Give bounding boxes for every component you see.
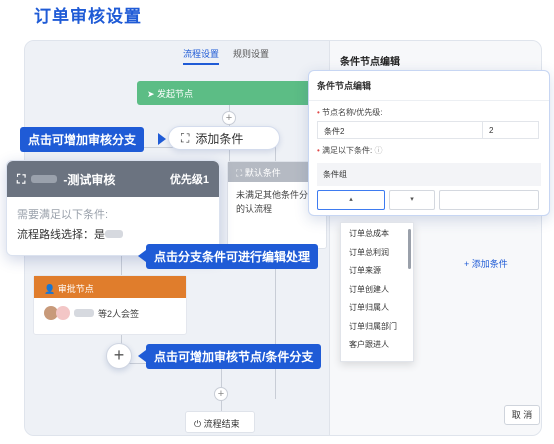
- callout-add-branch: 点击可增加审核分支: [20, 127, 145, 152]
- add-condition-link[interactable]: + 添加条件: [464, 257, 508, 270]
- start-node[interactable]: ➤ 发起节点: [137, 81, 323, 105]
- default-condition-title: 默认条件: [244, 168, 281, 178]
- callout-edit-branch: 点击分支条件可进行编辑处理: [146, 244, 319, 269]
- callout-add-node: 点击可增加审核节点/条件分支: [146, 344, 322, 369]
- condition-route-text: 流程路线选择：是: [17, 229, 105, 241]
- approve-node[interactable]: 👤 审批节点 等2人会签: [33, 275, 187, 335]
- node-name-input[interactable]: 条件2: [317, 121, 483, 139]
- blurred-name: [105, 230, 123, 238]
- dropdown-option[interactable]: 订单总成本: [341, 223, 413, 242]
- blurred-name: [74, 309, 94, 317]
- tab-rule-settings[interactable]: 规则设置: [233, 47, 269, 65]
- dropdown-option[interactable]: 订单归属人: [341, 297, 413, 316]
- name-priority-label: • 节点名称/优先级:: [317, 108, 383, 117]
- info-icon: ⓘ: [374, 146, 383, 155]
- add-condition-button[interactable]: ⛶ 添加条件: [168, 126, 280, 150]
- condition-need-text: 需要满足以下条件:: [17, 209, 109, 221]
- popup-title: 条件节点编辑: [309, 71, 549, 101]
- field-dropdown: 订单总成本 订单总利润 订单来源 订单创建人 订单归属人 订单归属部门 客户跟进…: [340, 222, 414, 362]
- connector: [275, 249, 276, 399]
- condition-priority: 优先级1: [169, 174, 209, 186]
- avatar: [56, 306, 70, 320]
- page-title: 订单审核设置: [34, 7, 142, 26]
- end-node: ⏻ 流程结束: [185, 411, 255, 433]
- condition-title: -测试审核: [63, 172, 116, 187]
- add-node-plus-icon[interactable]: +: [106, 343, 132, 369]
- conditions-label: • 满足以下条件: ⓘ: [317, 146, 383, 155]
- operator-select[interactable]: ▾: [389, 190, 435, 210]
- end-node-label: 流程结束: [203, 419, 240, 429]
- cancel-button[interactable]: 取 消: [504, 405, 540, 425]
- callout-arrow: [138, 350, 146, 362]
- tab-flow-settings[interactable]: 流程设置: [183, 47, 220, 65]
- priority-input[interactable]: 2: [483, 121, 539, 139]
- condition-branch-card[interactable]: ⛶ -测试审核 优先级1 需要满足以下条件: 流程路线选择：是: [6, 160, 220, 256]
- branch-icon: ⛶: [236, 168, 245, 178]
- power-icon: ⏻: [194, 419, 204, 429]
- add-condition-label: 添加条件: [195, 131, 244, 146]
- add-node-plus-icon[interactable]: +: [222, 111, 236, 125]
- user-icon: 👤: [44, 284, 58, 294]
- branch-icon: ⛶: [181, 130, 190, 145]
- dropdown-option[interactable]: 订单创建人: [341, 279, 413, 298]
- connector: [275, 147, 276, 161]
- approve-node-body: 等2人会签: [98, 308, 140, 319]
- add-node-plus-icon[interactable]: +: [214, 387, 228, 401]
- scrollbar[interactable]: [408, 229, 411, 269]
- send-icon: ➤: [147, 89, 158, 99]
- callout-arrow: [138, 250, 146, 262]
- branch-icon: ⛶: [17, 171, 26, 186]
- condition-edit-popup: 条件节点编辑 • 节点名称/优先级: 条件2 2 • 满足以下条件: ⓘ 条件组…: [308, 70, 550, 216]
- dropdown-option[interactable]: 订单来源: [341, 260, 413, 279]
- dropdown-option[interactable]: 订单总利润: [341, 242, 413, 261]
- callout-arrow: [158, 133, 166, 145]
- approve-node-title: 审批节点: [57, 284, 94, 294]
- blurred-name: [31, 175, 58, 183]
- dropdown-option[interactable]: 客户跟进人: [341, 334, 413, 353]
- tab-bar: 流程设置 规则设置: [183, 47, 269, 65]
- value-input[interactable]: [439, 190, 539, 210]
- condition-group-label: 条件组: [317, 163, 541, 186]
- dropdown-option[interactable]: 订单归属部门: [341, 316, 413, 335]
- field-select[interactable]: ▴: [317, 190, 385, 210]
- start-node-label: 发起节点: [157, 89, 194, 99]
